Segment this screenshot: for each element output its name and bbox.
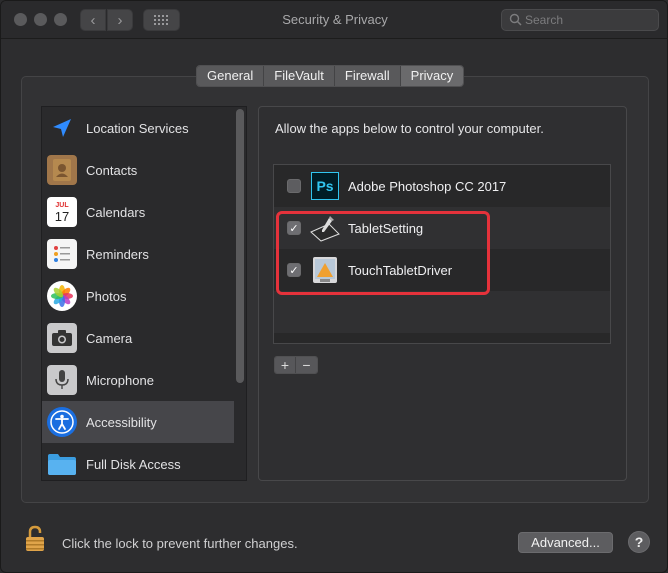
accessibility-description: Allow the apps below to control your com… <box>275 121 544 136</box>
sidebar-item-label: Accessibility <box>86 414 157 430</box>
remove-app-button[interactable]: − <box>296 357 317 373</box>
tab-firewall[interactable]: Firewall <box>334 66 401 86</box>
privacy-category-list: Location Services Contacts JUL 17 Calend… <box>41 106 247 481</box>
sidebar-item-accessibility[interactable]: Accessibility <box>42 401 234 443</box>
photoshop-icon-text: Ps <box>316 178 334 194</box>
highlight-annotation-box <box>276 211 490 295</box>
sidebar-scrollbar[interactable] <box>236 109 244 383</box>
sidebar-item-calendars[interactable]: JUL 17 Calendars <box>42 191 234 233</box>
tab-filevault[interactable]: FileVault <box>264 66 335 86</box>
search-icon <box>509 13 522 26</box>
sidebar-item-label: Full Disk Access <box>86 456 181 472</box>
sidebar-item-contacts[interactable]: Contacts <box>42 149 234 191</box>
reminders-list-icon <box>47 239 77 269</box>
sidebar-item-label: Location Services <box>86 120 189 136</box>
sidebar-item-microphone[interactable]: Microphone <box>42 359 234 401</box>
sidebar-item-label: Calendars <box>86 204 146 220</box>
tab-bar: General FileVault Firewall Privacy <box>196 65 465 87</box>
security-privacy-window: ‹ › Security & Privacy Search General Fi… <box>0 0 668 573</box>
calendar-day: 17 <box>54 208 70 224</box>
sidebar-item-reminders[interactable]: Reminders <box>42 233 234 275</box>
photos-flower-icon <box>47 281 77 311</box>
app-label: Adobe Photoshop CC 2017 <box>348 178 507 194</box>
app-row-photoshop[interactable]: Ps Adobe Photoshop CC 2017 <box>274 165 610 207</box>
calendar-icon: JUL 17 <box>47 197 77 227</box>
help-button[interactable]: ? <box>628 531 650 553</box>
search-placeholder: Search <box>525 13 564 27</box>
sidebar-item-label: Camera <box>86 330 133 346</box>
app-row-empty <box>274 291 610 333</box>
camera-icon <box>47 323 77 353</box>
sidebar-item-full-disk-access[interactable]: Full Disk Access <box>42 443 234 480</box>
unlocked-padlock-icon[interactable] <box>25 525 47 553</box>
microphone-icon <box>47 365 77 395</box>
add-remove-buttons: + − <box>274 356 318 374</box>
sidebar-item-label: Photos <box>86 288 127 304</box>
contacts-book-icon <box>47 155 77 185</box>
location-arrow-icon <box>47 113 77 143</box>
add-app-button[interactable]: + <box>275 357 296 373</box>
photoshop-icon: Ps <box>309 170 341 202</box>
sidebar-item-label: Microphone <box>86 372 154 388</box>
sidebar-item-label: Reminders <box>86 246 149 262</box>
accessibility-icon <box>47 407 77 437</box>
search-field[interactable]: Search <box>501 9 659 31</box>
tab-privacy[interactable]: Privacy <box>400 66 464 86</box>
app-checkbox[interactable] <box>287 179 301 193</box>
folder-icon <box>47 449 77 479</box>
lock-instruction: Click the lock to prevent further change… <box>62 536 298 551</box>
sidebar-item-camera[interactable]: Camera <box>42 317 234 359</box>
advanced-button[interactable]: Advanced... <box>518 532 613 553</box>
sidebar-item-label: Contacts <box>86 162 138 178</box>
tab-general[interactable]: General <box>197 66 265 86</box>
sidebar-item-location-services[interactable]: Location Services <box>42 107 234 149</box>
title-bar: ‹ › Security & Privacy Search <box>1 1 667 39</box>
sidebar-item-photos[interactable]: Photos <box>42 275 234 317</box>
